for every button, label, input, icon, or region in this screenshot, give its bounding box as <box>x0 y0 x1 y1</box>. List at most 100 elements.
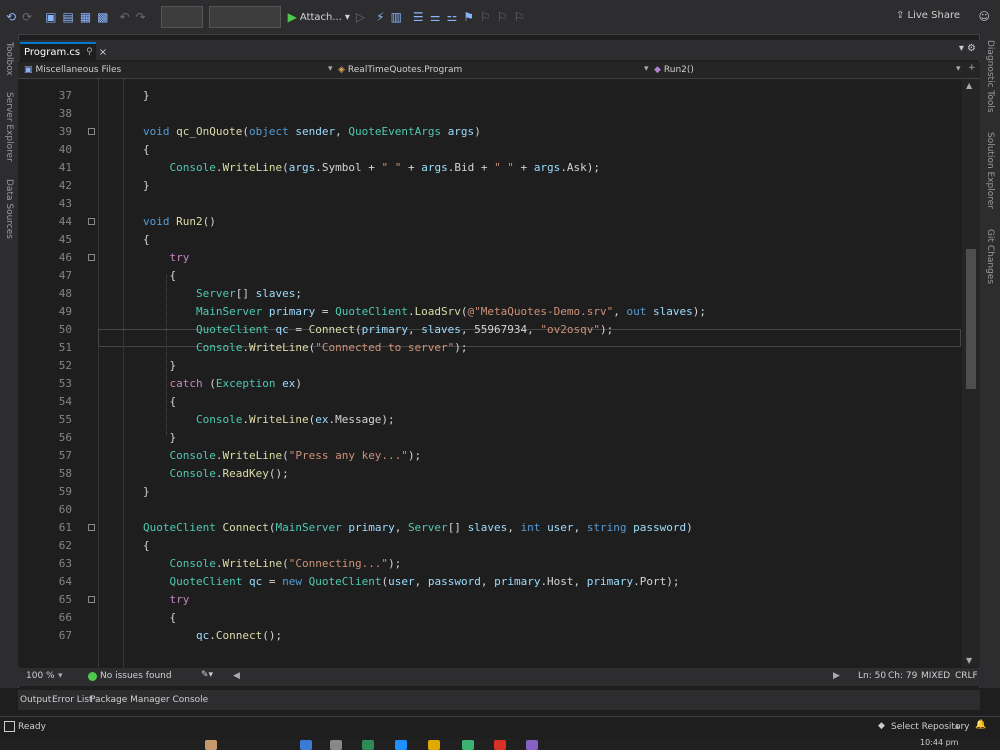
toolbox-tab[interactable]: Toolbox <box>4 42 14 76</box>
project-chevron-icon[interactable]: ▾ <box>328 64 333 74</box>
server-explorer-tab[interactable]: Server Explorer <box>4 92 14 162</box>
code-line[interactable]: 61 QuoteClient Connect(MainServer primary… <box>18 519 962 537</box>
scroll-down-icon[interactable]: ▼ <box>966 656 972 665</box>
vertical-scrollbar[interactable]: ▲ ▼ <box>962 79 980 667</box>
code-line[interactable]: 52 } <box>18 357 962 375</box>
fold-toggle-icon[interactable] <box>88 218 95 225</box>
code-line[interactable]: 57 Console.WriteLine("Press any key...")… <box>18 447 962 465</box>
code-line[interactable]: 47 { <box>18 267 962 285</box>
close-icon[interactable]: × <box>99 47 107 58</box>
solution-explorer-tab[interactable]: Solution Explorer <box>985 132 995 209</box>
bookmark-clear-icon[interactable]: ⚐ <box>514 10 525 24</box>
code-line[interactable]: 41 Console.WriteLine(args.Symbol + " " +… <box>18 159 962 177</box>
configuration-dropdown[interactable] <box>160 6 203 28</box>
fold-toggle-icon[interactable] <box>88 254 95 261</box>
notifications-icon[interactable]: 🔔 <box>975 720 986 730</box>
code-line[interactable]: 66 { <box>18 609 962 627</box>
code-line[interactable]: 63 Console.WriteLine("Connecting..."); <box>18 555 962 573</box>
git-changes-tab[interactable]: Git Changes <box>985 229 995 284</box>
issues-label[interactable]: No issues found <box>100 671 172 681</box>
brush-icon[interactable]: ✎▾ <box>201 670 213 680</box>
forward-nav-icon[interactable]: ⟳ <box>22 10 32 24</box>
zoom-level[interactable]: 100 % <box>26 671 55 681</box>
comment-icon[interactable]: ⚍ <box>446 10 457 24</box>
scrollbar-thumb[interactable] <box>966 249 976 389</box>
data-sources-tab[interactable]: Data Sources <box>4 179 14 239</box>
hot-reload-icon[interactable]: ⚡ <box>376 10 384 24</box>
align-icon[interactable]: ☰ <box>413 10 424 24</box>
code-line[interactable]: 45 { <box>18 231 962 249</box>
code-line[interactable]: 44 void Run2() <box>18 213 962 231</box>
code-line[interactable]: 58 Console.ReadKey(); <box>18 465 962 483</box>
fold-toggle-icon[interactable] <box>88 524 95 531</box>
taskbar-app-icon[interactable] <box>428 740 440 750</box>
bookmark-icon[interactable]: ⚑ <box>463 10 474 24</box>
clock[interactable]: 10:44 pm <box>920 738 958 747</box>
fold-toggle-icon[interactable] <box>88 128 95 135</box>
code-line[interactable]: 56 } <box>18 429 962 447</box>
open-folder-icon[interactable]: ▤ <box>62 10 73 24</box>
format-icon[interactable]: ⚌ <box>430 10 441 24</box>
code-line[interactable]: 46 try <box>18 249 962 267</box>
scroll-right-icon[interactable]: ▶ <box>833 671 840 681</box>
code-line[interactable]: 38 <box>18 105 962 123</box>
line-ending[interactable]: CRLF <box>955 671 978 681</box>
code-line[interactable]: 53 catch (Exception ex) <box>18 375 962 393</box>
taskbar-app-icon[interactable] <box>494 740 506 750</box>
taskbar-app-icon[interactable] <box>205 740 217 750</box>
new-project-icon[interactable]: ▣ <box>45 10 56 24</box>
code-line[interactable]: 67 qc.Connect(); <box>18 627 962 645</box>
taskbar-app-icon[interactable] <box>462 740 474 750</box>
platform-dropdown[interactable] <box>208 6 281 28</box>
code-line[interactable]: 55 Console.WriteLine(ex.Message); <box>18 411 962 429</box>
repo-chevron-icon[interactable]: ▴ <box>955 722 960 732</box>
class-chevron-icon[interactable]: ▾ <box>644 64 649 74</box>
code-line[interactable]: 49 MainServer primary = QuoteClient.Load… <box>18 303 962 321</box>
code-editor[interactable]: 37} 38 39 void qc_OnQuote(object sender, Qu… <box>18 79 962 667</box>
save-icon[interactable]: ▦ <box>80 10 91 24</box>
taskbar-app-icon[interactable] <box>526 740 538 750</box>
code-line[interactable]: 50 QuoteClient qc = Connect(primary, sla… <box>18 321 962 339</box>
member-dropdown[interactable]: ◆ Run2() <box>654 64 944 76</box>
back-nav-icon[interactable]: ⟲ <box>6 10 16 24</box>
redo-icon[interactable]: ↷ <box>136 10 146 24</box>
code-line[interactable]: 42} <box>18 177 962 195</box>
code-line[interactable]: 62 { <box>18 537 962 555</box>
line-number[interactable]: Ln: 50 <box>858 671 886 681</box>
code-line[interactable]: 60 <box>18 501 962 519</box>
class-dropdown[interactable]: ◈ RealTimeQuotes.Program <box>338 64 638 76</box>
scroll-up-icon[interactable]: ▲ <box>966 81 972 90</box>
taskbar-app-icon[interactable] <box>300 740 312 750</box>
code-line[interactable]: 59} <box>18 483 962 501</box>
code-line[interactable]: 51 Console.WriteLine("Connected to serve… <box>18 339 962 357</box>
pin-icon[interactable]: ⚲ <box>86 47 93 57</box>
taskbar-app-icon[interactable] <box>395 740 407 750</box>
bookmark-prev-icon[interactable]: ⚐ <box>480 10 491 24</box>
tab-options-icon[interactable]: ▾ ⚙ <box>959 43 976 54</box>
code-line[interactable]: 39 void qc_OnQuote(object sender, QuoteEv… <box>18 123 962 141</box>
taskbar-app-icon[interactable] <box>362 740 374 750</box>
project-dropdown[interactable]: ▣ Miscellaneous Files <box>24 64 324 76</box>
scroll-left-icon[interactable]: ◀ <box>233 671 240 681</box>
layout-icon[interactable]: ▥ <box>391 10 402 24</box>
code-line[interactable]: 65 try <box>18 591 962 609</box>
taskbar-app-icon[interactable] <box>330 740 342 750</box>
start-without-debug-icon[interactable]: ▷ <box>356 10 365 24</box>
diagnostic-tools-tab[interactable]: Diagnostic Tools <box>985 40 995 113</box>
tab-output[interactable]: Output <box>20 695 51 705</box>
code-line[interactable]: 54 { <box>18 393 962 411</box>
code-line[interactable]: 43 <box>18 195 962 213</box>
tab-error-list[interactable]: Error List <box>52 695 93 705</box>
code-line[interactable]: 40 { <box>18 141 962 159</box>
live-share-button[interactable]: ⇪ Live Share <box>896 10 960 21</box>
undo-icon[interactable]: ↶ <box>120 10 130 24</box>
column-number[interactable]: Ch: 79 <box>888 671 917 681</box>
split-icon[interactable]: + <box>968 63 976 73</box>
member-chevron-icon[interactable]: ▾ <box>956 64 961 74</box>
fold-toggle-icon[interactable] <box>88 596 95 603</box>
code-line[interactable]: 64 QuoteClient qc = new QuoteClient(user… <box>18 573 962 591</box>
attach-button[interactable]: ▶ Attach... ▾ <box>288 10 350 24</box>
zoom-chevron-icon[interactable]: ▾ <box>58 671 63 681</box>
code-line[interactable]: 37} <box>18 87 962 105</box>
save-all-icon[interactable]: ▩ <box>97 10 108 24</box>
